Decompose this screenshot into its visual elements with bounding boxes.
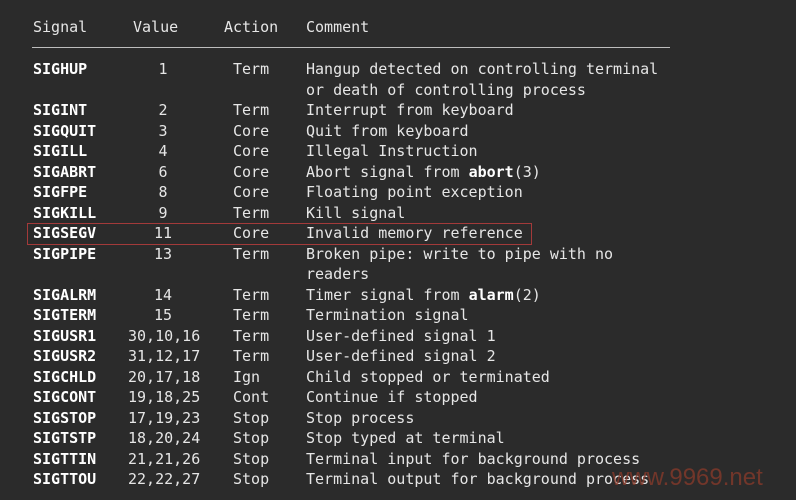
signal-name: SIGHUP [33,60,88,78]
signal-comment: Stop typed at terminal [306,429,505,447]
signal-action: Core [233,121,270,140]
signal-comment: Timer signal from alarm(2) [306,285,541,304]
signal-comment: Termination signal [306,306,469,324]
signal-action: Term [233,203,270,222]
header-value: Value [133,18,179,36]
signal-value: 30,10,16 [128,326,201,345]
signal-value: 17,19,23 [128,408,201,427]
signal-value: 11 [153,224,173,242]
signal-action: Ign [233,367,261,386]
signal-value: 2 [158,101,168,119]
signal-action: Term [233,285,270,304]
signal-comment: Terminal input for background process [306,449,641,468]
signal-name: SIGABRT [33,162,97,181]
signal-comment: Floating point exception [306,183,523,201]
signal-name: SIGSEGV [33,224,97,242]
signal-value: 1 [158,60,168,78]
signal-name: SIGINT [33,101,88,119]
signal-action: Term [233,60,270,78]
signal-comment: Broken pipe: write to pipe with no [306,244,614,263]
signal-action: Core [233,142,270,160]
signal-action: Term [233,101,270,119]
signal-comment: User-defined signal 1 [306,326,496,345]
signal-name: SIGSTOP [33,408,97,427]
signal-comment: Invalid memory reference [306,224,523,242]
signal-comment: User-defined signal 2 [306,347,496,365]
signal-name: SIGTTIN [33,449,97,468]
signal-action: Stop [233,470,270,488]
signal-comment: Abort signal from abort(3) [306,162,541,181]
signal-name: SIGPIPE [33,244,97,263]
signal-value: 31,12,17 [128,347,201,365]
signal-value: 13 [153,244,173,263]
signal-action: Term [233,326,270,345]
signal-comment: Hangup detected on controlling terminal [306,60,659,78]
signal-comment: Kill signal [306,203,406,222]
signal-name: SIGCONT [33,388,97,406]
signal-value: 14 [153,285,173,304]
signal-name: SIGILL [33,142,88,160]
signal-action: Stop [233,408,270,427]
signal-value: 9 [158,203,168,222]
header-signal: Signal [33,18,88,36]
signal-comment: readers [306,265,370,283]
signal-value: 15 [153,306,173,324]
signal-name: SIGTTOU [33,470,97,488]
signal-action: Stop [233,429,270,447]
signal-action: Cont [233,388,270,406]
signal-action: Core [233,224,270,242]
signal-value: 8 [158,183,168,201]
signal-comment: or death of controlling process [306,80,586,99]
signal-name: SIGFPE [33,183,88,201]
signal-name: SIGUSR2 [33,347,97,365]
signal-value: 6 [158,162,168,181]
signal-comment: Stop process [306,408,415,427]
header-action: Action [224,18,279,36]
signal-comment: Quit from keyboard [306,121,469,140]
signal-name: SIGKILL [33,203,97,222]
signal-comment: Continue if stopped [306,388,478,406]
signal-action: Stop [233,449,270,468]
header-comment: Comment [306,18,370,36]
signal-value: 18,20,24 [128,429,201,447]
signal-comment: Child stopped or terminated [306,367,550,386]
signal-action: Term [233,244,270,263]
signal-value: 19,18,25 [128,388,201,406]
signal-action: Core [233,162,270,181]
signal-action: Term [233,306,270,324]
signal-comment: Terminal output for background process [306,470,650,488]
signal-value: 4 [158,142,168,160]
signal-value: 21,21,26 [128,449,201,468]
signal-comment: Interrupt from keyboard [306,101,514,119]
header-divider [32,47,670,48]
signal-name: SIGQUIT [33,121,97,140]
signal-name: SIGTSTP [33,429,97,447]
signal-name: SIGCHLD [33,367,97,386]
signal-action: Term [233,347,270,365]
signal-value: 22,22,27 [128,470,201,488]
signal-value: 20,17,18 [128,367,201,386]
signal-name: SIGALRM [33,285,97,304]
signal-name: SIGTERM [33,306,97,324]
signal-name: SIGUSR1 [33,326,97,345]
watermark: www.9969.net [612,464,763,491]
signal-value: 3 [158,121,168,140]
signal-action: Core [233,183,270,201]
signal-comment: Illegal Instruction [306,142,478,160]
